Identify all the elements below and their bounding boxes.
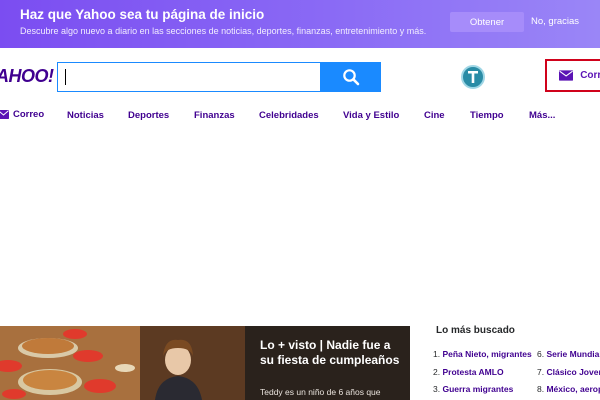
trending-link[interactable]: Serie Mundial <box>546 349 600 359</box>
yahoo-logo[interactable]: AHOO! <box>0 66 54 87</box>
trending-item[interactable]: 2. Protesta AMLO <box>433 367 504 377</box>
featured-story-title[interactable]: Lo + visto | Nadie fue a su fiesta de cu… <box>260 338 405 367</box>
trending-link[interactable]: Peña Nieto, migrantes <box>442 349 531 359</box>
trending-link[interactable]: Protesta AMLO <box>442 367 503 377</box>
featured-story-image[interactable] <box>0 326 245 400</box>
trending-rank: 6. <box>537 349 545 359</box>
nav-item-deportes[interactable]: Deportes <box>128 110 169 121</box>
featured-story-description: Teddy es un niño de 6 años que <box>260 387 381 397</box>
trending-item[interactable]: 8. México, aeropuerto <box>537 384 600 394</box>
yahoo-homepage: Haz que Yahoo sea tu página de inicio De… <box>0 0 600 400</box>
banner-title: Haz que Yahoo sea tu página de inicio <box>20 7 265 22</box>
mail-icon <box>559 70 574 81</box>
nav-item-celebridades[interactable]: Celebridades <box>259 110 319 121</box>
party-photo-illustration <box>0 326 245 400</box>
banner-subtitle: Descubre algo nuevo a diario en las secc… <box>20 26 427 36</box>
promo-banner: Haz que Yahoo sea tu página de inicio De… <box>0 0 600 48</box>
mail-button[interactable]: Correo <box>545 59 600 92</box>
search-button[interactable] <box>320 62 381 92</box>
nav-item-correo[interactable]: Correo <box>0 109 44 120</box>
nav-label-correo: Correo <box>13 109 45 120</box>
search-input[interactable] <box>57 62 321 92</box>
trending-title: Lo más buscado <box>436 325 515 336</box>
featured-story-card[interactable]: Lo + visto | Nadie fue a su fiesta de cu… <box>245 326 410 400</box>
trending-link[interactable]: Clásico Joven <box>546 367 600 377</box>
search-icon <box>342 69 359 86</box>
trending-link[interactable]: Guerra migrantes <box>442 384 513 394</box>
nav-item-vida-estilo[interactable]: Vida y Estilo <box>343 110 399 121</box>
trending-item[interactable]: 1. Peña Nieto, migrantes <box>433 349 532 359</box>
decline-button[interactable]: No, gracias <box>531 16 579 27</box>
nav-item-mas[interactable]: Más... <box>529 110 555 121</box>
trending-rank: 1. <box>433 349 441 359</box>
trending-rank: 8. <box>537 384 545 394</box>
trending-rank: 2. <box>433 367 441 377</box>
user-avatar[interactable] <box>461 65 485 89</box>
mail-icon <box>0 110 9 119</box>
trending-item[interactable]: 6. Serie Mundial <box>537 349 600 359</box>
nav-item-tiempo[interactable]: Tiempo <box>470 110 504 121</box>
avatar-letter-icon <box>468 71 478 83</box>
trending-item[interactable]: 7. Clásico Joven <box>537 367 600 377</box>
nav-item-cine[interactable]: Cine <box>424 110 445 121</box>
nav-item-finanzas[interactable]: Finanzas <box>194 110 235 121</box>
mail-label: Correo <box>580 70 600 81</box>
nav-item-noticias[interactable]: Noticias <box>67 110 104 121</box>
get-button[interactable]: Obtener <box>450 12 524 32</box>
trending-rank: 7. <box>537 367 545 377</box>
trending-item[interactable]: 3. Guerra migrantes <box>433 384 513 394</box>
trending-link[interactable]: México, aeropuerto <box>546 384 600 394</box>
text-cursor <box>65 69 66 85</box>
trending-rank: 3. <box>433 384 441 394</box>
